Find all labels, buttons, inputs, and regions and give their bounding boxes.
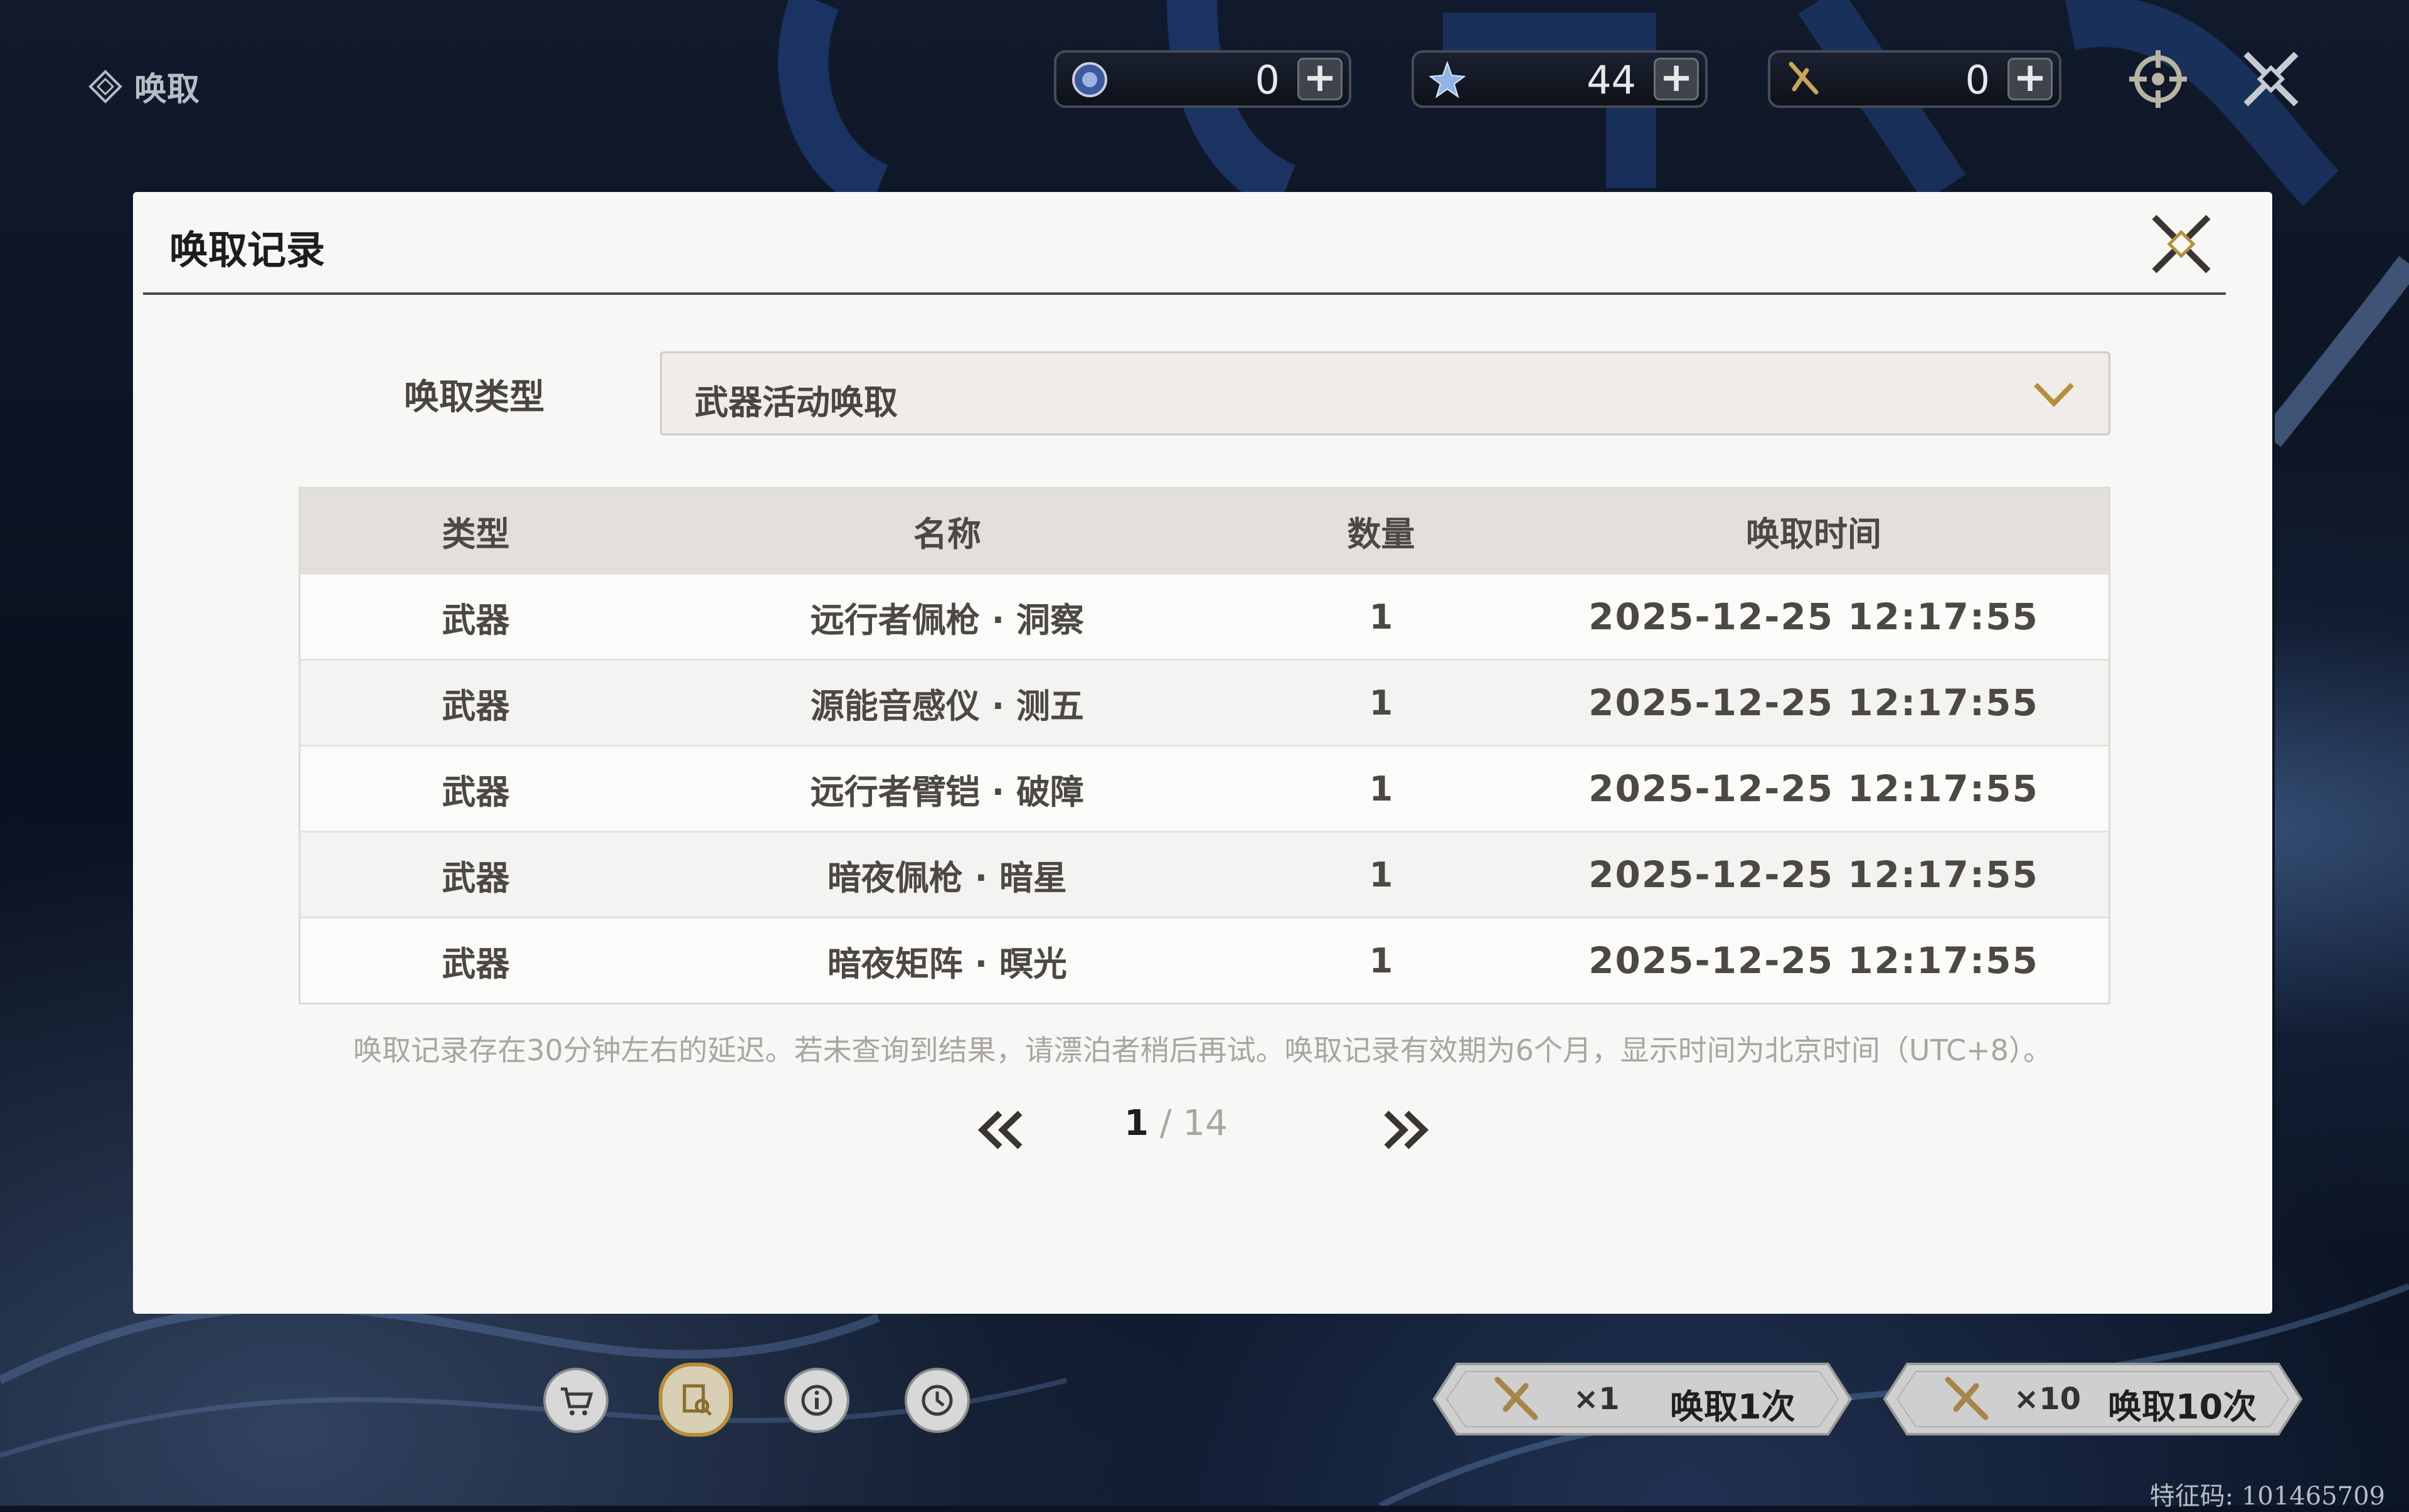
cell-name: 暗夜矩阵 · 暝光 <box>827 944 1067 984</box>
cell-time: 2025-12-25 12:17:55 <box>1588 767 2039 810</box>
history-clock-icon <box>922 1385 953 1416</box>
title-divider <box>143 292 2226 295</box>
cell-type: 武器 <box>442 686 510 726</box>
table-header: 类型 名称 数量 唤取时间 <box>300 489 2109 573</box>
cell-type: 武器 <box>442 772 510 812</box>
previous-page-icon[interactable] <box>972 1108 1029 1152</box>
dialog-close-icon[interactable] <box>2147 210 2216 279</box>
shop-cart-icon <box>561 1387 593 1415</box>
summon-ten-cost: ×10 <box>2014 1382 2082 1417</box>
lustrous-tide-icon <box>1428 60 1466 98</box>
table-row: 武器 暗夜矩阵 · 暝光 1 2025-12-25 12:17:55 <box>300 917 2109 1003</box>
cell-name: 暗夜佩枪 · 暗星 <box>827 858 1067 898</box>
dialog-title: 唤取记录 <box>169 227 326 273</box>
settings-emblem-icon[interactable] <box>2120 41 2196 117</box>
cell-name: 源能音感仪 · 测五 <box>810 686 1084 726</box>
column-header-time: 唤取时间 <box>1745 514 1881 554</box>
radiant-tide-icon <box>1945 1376 1989 1420</box>
cell-type: 武器 <box>442 600 510 640</box>
summon-logo-icon <box>88 69 122 104</box>
summon-once-label: 唤取1次 <box>1670 1387 1795 1427</box>
player-uid: 特征码: 101465709 <box>2149 1482 2385 1511</box>
cell-type: 武器 <box>442 858 510 898</box>
delay-notice: 唤取记录存在30分钟左右的延迟。若未查询到结果，请漂泊者稍后再试。唤取记录有效期… <box>353 1033 2052 1067</box>
currency-lustrous-tide: 44 + <box>1412 50 1708 108</box>
next-page-icon[interactable] <box>1378 1108 1434 1152</box>
currency-amount: 0 <box>1255 57 1280 103</box>
cell-name: 远行者臂铠 · 破障 <box>810 772 1084 812</box>
currency-astrite: 0 + <box>1054 50 1351 108</box>
close-icon[interactable] <box>2233 41 2309 117</box>
radiant-tide-icon <box>1789 61 1819 95</box>
chevron-down-icon <box>2034 383 2074 407</box>
summon-ten-button[interactable]: ×10 唤取10次 <box>1882 1361 2304 1437</box>
cell-time: 2025-12-25 12:17:55 <box>1588 681 2039 724</box>
summon-once-button[interactable]: ×1 唤取1次 <box>1432 1361 1853 1437</box>
cell-quantity: 1 <box>1369 854 1393 895</box>
total-pages: 14 <box>1183 1103 1228 1144</box>
add-currency-button[interactable]: + <box>1297 58 1343 100</box>
cell-quantity: 1 <box>1369 597 1393 637</box>
summon-once-cost: ×1 <box>1573 1382 1620 1417</box>
summon-type-value: 武器活动唤取 <box>694 383 898 422</box>
cell-quantity: 1 <box>1369 769 1393 809</box>
currency-radiant-tide: 0 + <box>1768 50 2061 108</box>
column-header-type: 类型 <box>442 514 510 554</box>
table-row: 武器 远行者臂铠 · 破障 1 2025-12-25 12:17:55 <box>300 745 2109 831</box>
current-page: 1 <box>1124 1103 1149 1144</box>
radiant-tide-icon <box>1494 1376 1538 1420</box>
currency-amount: 44 <box>1587 57 1636 103</box>
cell-time: 2025-12-25 12:17:55 <box>1588 853 2039 896</box>
summon-type-label: 唤取类型 <box>404 377 545 418</box>
record-search-icon <box>683 1384 712 1416</box>
history-button[interactable] <box>905 1368 970 1433</box>
cell-quantity: 1 <box>1369 683 1393 723</box>
add-currency-button[interactable]: + <box>1654 58 1699 100</box>
info-button[interactable] <box>784 1368 849 1433</box>
page-header: 唤取 <box>88 63 199 110</box>
table-row: 武器 远行者佩枪 · 洞察 1 2025-12-25 12:17:55 <box>300 573 2109 659</box>
pagination: 1 / 14 <box>133 1095 2272 1158</box>
table-row: 武器 暗夜佩枪 · 暗星 1 2025-12-25 12:17:55 <box>300 831 2109 917</box>
currency-amount: 0 <box>1965 57 1990 103</box>
cell-type: 武器 <box>442 944 510 984</box>
record-button[interactable] <box>659 1363 733 1437</box>
page-indicator: 1 / 14 <box>1124 1103 1228 1144</box>
cell-quantity: 1 <box>1369 940 1393 981</box>
record-table: 类型 名称 数量 唤取时间 武器 远行者佩枪 · 洞察 1 2025-12-25… <box>299 487 2110 1004</box>
column-header-quantity: 数量 <box>1347 514 1415 554</box>
astrite-icon <box>1072 62 1107 97</box>
cell-time: 2025-12-25 12:17:55 <box>1588 939 2039 982</box>
page-separator: / <box>1148 1103 1183 1144</box>
shop-button[interactable] <box>543 1368 609 1433</box>
page-title: 唤取 <box>134 71 200 109</box>
column-header-name: 名称 <box>913 514 981 554</box>
add-currency-button[interactable]: + <box>2008 58 2053 100</box>
summon-type-select[interactable]: 武器活动唤取 <box>660 351 2110 435</box>
summon-ten-label: 唤取10次 <box>2108 1387 2257 1427</box>
cell-name: 远行者佩枪 · 洞察 <box>810 600 1084 640</box>
cell-time: 2025-12-25 12:17:55 <box>1588 595 2039 638</box>
summon-record-dialog: 唤取记录 唤取类型 武器活动唤取 类型 名称 数量 唤取时间 武器 远行者佩枪 … <box>133 192 2272 1314</box>
info-icon <box>801 1385 832 1416</box>
table-row: 武器 源能音感仪 · 测五 1 2025-12-25 12:17:55 <box>300 659 2109 745</box>
